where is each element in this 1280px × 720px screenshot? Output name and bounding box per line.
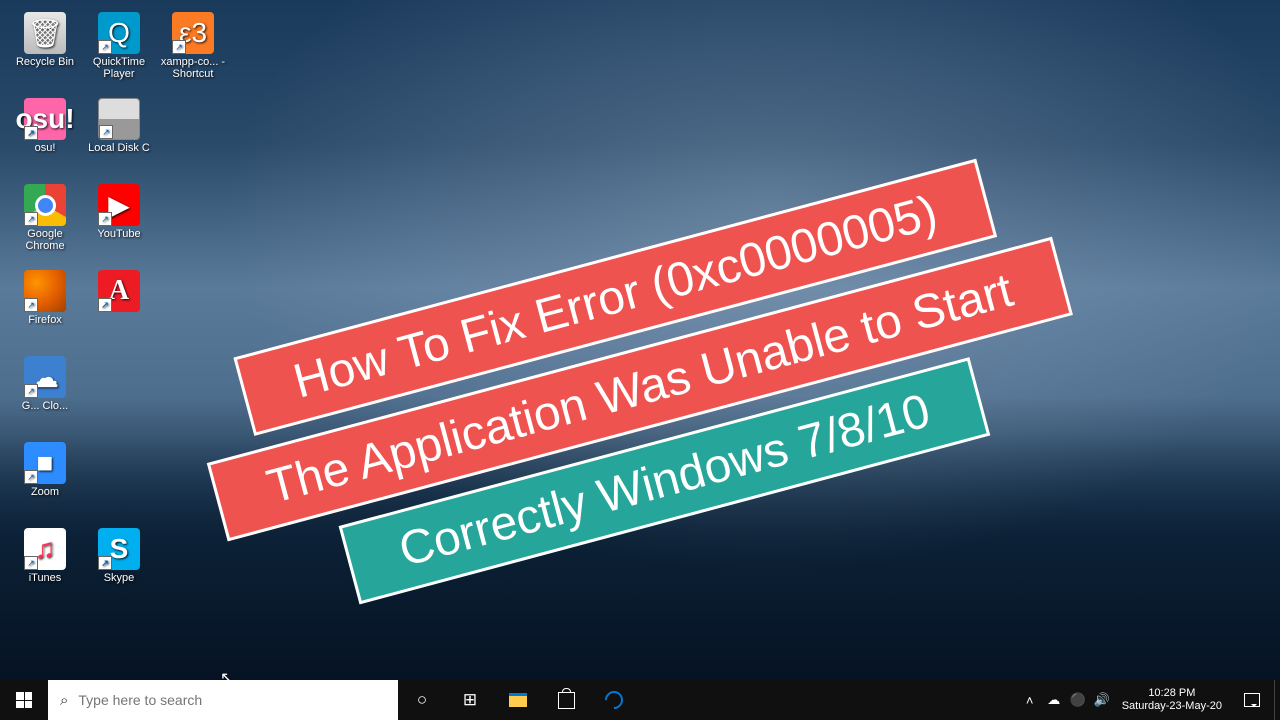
quicktime-icon[interactable]: Q↗ QuickTime Player [82,8,156,94]
start-button[interactable] [0,680,48,720]
cortana-icon: ○ [417,690,427,710]
icon-label: Recycle Bin [16,56,74,68]
clock-time: 10:28 PM [1122,687,1222,700]
icon-label: osu! [35,142,56,154]
shortcut-arrow-icon: ↗ [24,556,38,570]
icon-label: Skype [104,572,135,584]
xampp-logo-icon: ε3↗ [172,12,214,54]
shortcut-arrow-icon: ↗ [98,212,112,226]
youtube-icon[interactable]: ▶↗ YouTube [82,180,156,266]
clock-date: Saturday-23-May-20 [1122,700,1222,713]
cloud-icon: ☁ [1047,692,1060,708]
shortcut-arrow-icon: ↗ [98,298,112,312]
shortcut-arrow-icon: ↗ [24,470,38,484]
shortcut-arrow-icon: ↗ [24,298,38,312]
network-tray[interactable]: ⚫ [1066,680,1090,720]
edge-button[interactable] [590,680,638,720]
taskbar-clock[interactable]: 10:28 PM Saturday-23-May-20 [1114,687,1230,713]
taskbar: ⌕ ○ ⊞ ˄ ☁ ⚫ 🔊 10:28 PM Saturday-23-May-2… [0,680,1280,720]
recycle-bin-icon[interactable]: 🗑 Recycle Bin [8,8,82,94]
icon-label: Local Disk C [88,142,150,154]
system-tray: ˄ ☁ ⚫ 🔊 10:28 PM Saturday-23-May-20 [1018,680,1280,720]
shortcut-arrow-icon: ↗ [24,212,38,226]
adobe-icon[interactable]: A↗ [82,266,156,352]
firefox-icon[interactable]: ↗ Firefox [8,266,82,352]
icon-label: xampp-co... - Shortcut [158,56,228,80]
shortcut-arrow-icon: ↗ [172,40,186,54]
edge-icon [601,687,626,712]
wifi-icon: ⚫ [1070,692,1086,708]
chrome-icon[interactable]: ↗ Google Chrome [8,180,82,266]
icon-label: QuickTime Player [84,56,154,80]
firefox-logo-icon: ↗ [24,270,66,312]
cortana-button[interactable]: ○ [398,680,446,720]
trash-icon: 🗑 [24,12,66,54]
volume-tray[interactable]: 🔊 [1090,680,1114,720]
itunes-icon[interactable]: ♫↗ iTunes [8,524,82,610]
skype-icon[interactable]: S↗ Skype [82,524,156,610]
onedrive-tray[interactable]: ☁ [1042,680,1066,720]
shortcut-arrow-icon: ↗ [98,40,112,54]
quicktime-logo-icon: Q↗ [98,12,140,54]
cloud-app-icon[interactable]: ☁↗ G... Clo... [8,352,82,438]
shortcut-arrow-icon: ↗ [24,126,38,140]
icon-label: iTunes [29,572,62,584]
file-explorer-button[interactable] [494,680,542,720]
tray-overflow-button[interactable]: ˄ [1018,680,1042,720]
shopping-bag-icon [558,692,575,709]
speaker-icon: 🔊 [1094,692,1110,708]
skype-logo-icon: S↗ [98,528,140,570]
osu-icon[interactable]: osu!↗ osu! [8,94,82,180]
search-icon: ⌕ [60,692,68,709]
task-view-button[interactable]: ⊞ [446,680,494,720]
osu-logo-icon: osu!↗ [24,98,66,140]
adobe-logo-icon: A↗ [98,270,140,312]
shortcut-arrow-icon: ↗ [99,125,113,139]
windows-logo-icon [16,692,32,708]
taskbar-search[interactable]: ⌕ [48,680,398,720]
icon-label: Google Chrome [10,228,80,252]
zoom-icon[interactable]: ■↗ Zoom [8,438,82,524]
zoom-logo-icon: ■↗ [24,442,66,484]
youtube-logo-icon: ▶↗ [98,184,140,226]
icon-label: G... Clo... [22,400,68,412]
shortcut-arrow-icon: ↗ [24,384,38,398]
local-disk-icon[interactable]: ↗ Local Disk C [82,94,156,180]
cloud-icon: ☁↗ [24,356,66,398]
drive-icon: ↗ [98,98,140,140]
show-desktop-button[interactable] [1274,680,1280,720]
action-center-button[interactable] [1230,680,1274,720]
icon-label: Firefox [28,314,62,326]
chevron-up-icon: ˄ [1026,693,1034,708]
notification-icon [1244,693,1260,707]
store-button[interactable] [542,680,590,720]
shortcut-arrow-icon: ↗ [98,556,112,570]
chrome-logo-icon: ↗ [24,184,66,226]
itunes-logo-icon: ♫↗ [24,528,66,570]
folder-icon [509,693,527,707]
icon-label: Zoom [31,486,59,498]
icon-label: YouTube [97,228,140,240]
search-input[interactable] [78,692,386,708]
xampp-icon[interactable]: ε3↗ xampp-co... - Shortcut [156,8,230,94]
task-view-icon: ⊞ [463,690,477,710]
